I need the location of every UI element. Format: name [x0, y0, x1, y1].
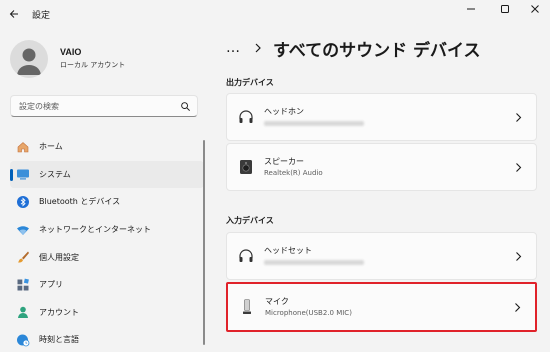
window-title: 設定	[32, 11, 51, 21]
chevron-right-icon	[516, 252, 522, 261]
sidebar-item-label: ネットワークとインターネット	[39, 225, 151, 235]
chevron-right-icon	[515, 303, 521, 312]
globe-clock-icon	[16, 333, 30, 347]
chevron-right-icon	[516, 113, 522, 122]
sidebar-item-label: アカウント	[39, 307, 79, 317]
sidebar-item-bluetooth[interactable]: Bluetooth とデバイス	[10, 188, 204, 216]
sidebar-item-label: Bluetooth とデバイス	[39, 197, 121, 207]
person-icon	[17, 48, 41, 75]
close-button[interactable]	[520, 2, 550, 16]
output-devices-heading: 出力デバイス	[226, 78, 274, 87]
active-indicator	[10, 168, 13, 181]
breadcrumb: … すべてのサウンド デバイス	[226, 34, 481, 62]
input-devices-heading: 入力デバイス	[226, 216, 274, 225]
device-name: マイク	[265, 297, 289, 306]
sidebar-item-time-language[interactable]: 時刻と言語	[10, 326, 204, 352]
device-name: ヘッドホン	[264, 107, 304, 116]
device-card-headset[interactable]: ヘッドセット	[226, 232, 537, 280]
breadcrumb-more-button[interactable]: …	[226, 40, 241, 56]
microphone-icon	[243, 299, 251, 314]
account-type: ローカル アカウント	[60, 61, 126, 69]
account-icon	[16, 305, 30, 319]
speaker-icon	[240, 160, 252, 174]
sidebar-nav: ホーム システム Bluetooth とデバイス ネットワークとインターネット …	[10, 133, 204, 352]
headphones-icon	[239, 110, 253, 123]
sidebar-item-label: ホーム	[39, 142, 63, 152]
close-icon	[531, 5, 539, 13]
maximize-icon	[501, 5, 509, 13]
device-detail-redacted	[264, 121, 364, 126]
brush-icon	[16, 250, 30, 264]
search-box[interactable]: 設定の検索	[10, 95, 198, 117]
sidebar-item-personalization[interactable]: 個人用設定	[10, 243, 204, 271]
chevron-right-icon	[255, 43, 261, 53]
user-profile[interactable]: VAIO ローカル アカウント	[10, 38, 200, 80]
home-icon	[16, 140, 30, 154]
device-card-microphone[interactable]: マイク Microphone(USB2.0 MIC)	[226, 282, 537, 332]
minimize-button[interactable]	[456, 2, 486, 16]
search-input[interactable]: 設定の検索	[19, 101, 59, 112]
avatar	[10, 40, 48, 78]
system-icon	[16, 167, 30, 181]
apps-icon	[16, 278, 30, 292]
device-name: ヘッドセット	[264, 246, 312, 255]
network-icon	[16, 223, 30, 237]
chevron-right-icon	[516, 163, 522, 172]
device-card-speaker[interactable]: スピーカー Realtek(R) Audio	[226, 143, 537, 191]
sidebar-item-label: 時刻と言語	[39, 335, 79, 345]
device-name: スピーカー	[264, 157, 304, 166]
sidebar-item-network[interactable]: ネットワークとインターネット	[10, 216, 204, 244]
maximize-button[interactable]	[490, 2, 520, 16]
device-detail: Microphone(USB2.0 MIC)	[265, 309, 352, 317]
sidebar-item-label: システム	[39, 169, 71, 179]
sidebar-item-system[interactable]: システム	[10, 160, 204, 189]
device-card-headphones[interactable]: ヘッドホン	[226, 93, 537, 141]
sidebar-scrollbar[interactable]	[203, 140, 205, 345]
bluetooth-icon	[16, 195, 30, 209]
headset-icon	[239, 249, 253, 262]
back-button[interactable]	[6, 6, 22, 22]
device-detail-redacted	[264, 260, 364, 265]
search-icon	[181, 102, 190, 111]
page-title: すべてのサウンド デバイス	[273, 40, 481, 61]
minimize-icon	[467, 8, 475, 10]
device-detail: Realtek(R) Audio	[264, 169, 323, 177]
sidebar-item-apps[interactable]: アプリ	[10, 271, 204, 299]
back-arrow-icon	[9, 10, 18, 18]
sidebar-item-accounts[interactable]: アカウント	[10, 299, 204, 327]
sidebar-item-home[interactable]: ホーム	[10, 133, 204, 161]
user-name: VAIO	[60, 47, 82, 57]
sidebar-item-label: アプリ	[39, 280, 63, 290]
sidebar-item-label: 個人用設定	[39, 252, 79, 262]
title-bar: 設定	[0, 0, 550, 28]
